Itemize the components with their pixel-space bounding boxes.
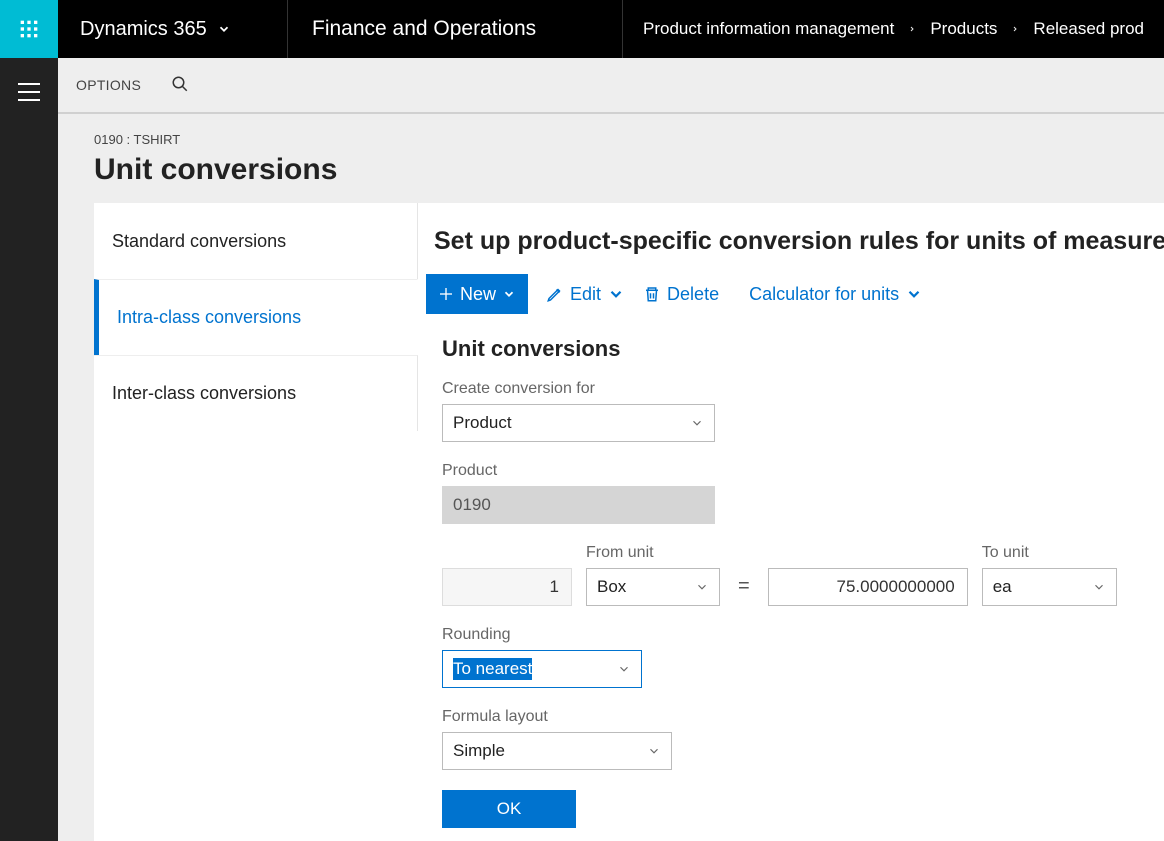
tab-label: Inter-class conversions <box>112 383 296 404</box>
context-id: 0190 : TSHIRT <box>94 132 1164 147</box>
product-label: Product <box>442 462 1148 480</box>
to-unit-label: To unit <box>982 544 1117 562</box>
brand-dropdown[interactable]: Dynamics 365 <box>58 0 288 58</box>
calculator-button[interactable]: Calculator for units <box>749 284 923 305</box>
rounding-value: To nearest <box>453 658 532 680</box>
page-title: Unit conversions <box>94 153 1164 187</box>
tab-inter-class-conversions[interactable]: Inter-class conversions <box>94 355 418 431</box>
hamburger-icon <box>18 83 40 101</box>
rounding-select[interactable]: To nearest <box>442 650 642 688</box>
from-quantity-input[interactable]: 1 <box>442 568 572 606</box>
hamburger-button[interactable] <box>18 80 40 841</box>
new-label: New <box>460 284 496 305</box>
field-rounding: Rounding To nearest <box>442 626 1148 688</box>
factor-input[interactable]: 75.0000000000 <box>768 568 968 606</box>
chevron-down-icon <box>617 662 631 676</box>
chevron-down-icon <box>217 22 231 36</box>
tab-intra-class-conversions[interactable]: Intra-class conversions <box>94 279 418 355</box>
chevron-down-icon <box>1092 580 1106 594</box>
product-input: 0190 <box>442 486 715 524</box>
from-qty-wrap: 1 <box>442 546 572 606</box>
blank-label-2 <box>768 546 968 568</box>
formula-select[interactable]: Simple <box>442 732 672 770</box>
chevron-down-icon <box>695 580 709 594</box>
dialog-title: Unit conversions <box>442 336 1148 362</box>
to-unit-select[interactable]: ea <box>982 568 1117 606</box>
chevron-right-icon <box>1011 22 1019 36</box>
from-qty-value: 1 <box>550 577 559 597</box>
factor-value: 75.0000000000 <box>837 577 955 597</box>
factor-wrap: 75.0000000000 <box>768 546 968 606</box>
pencil-icon <box>546 285 564 303</box>
action-bar: New Edit Delete Calculator for units <box>426 274 1164 314</box>
rounding-label: Rounding <box>442 626 1148 644</box>
app-label: Finance and Operations <box>312 17 536 41</box>
edit-button[interactable]: Edit <box>546 284 625 305</box>
from-unit-label: From unit <box>586 544 720 562</box>
left-rail <box>0 58 58 841</box>
left-tabs: Standard conversions Intra-class convers… <box>94 203 418 841</box>
waffle-icon <box>19 19 39 39</box>
panel-heading: Set up product-specific conversion rules… <box>426 227 1164 256</box>
chevron-down-icon <box>690 416 704 430</box>
chevron-down-icon <box>905 285 923 303</box>
ok-button[interactable]: OK <box>442 790 576 828</box>
to-unit-value: ea <box>993 577 1012 597</box>
breadcrumb-item[interactable]: Product information management <box>643 19 894 39</box>
trash-icon <box>643 285 661 303</box>
equals-sign: = <box>734 575 754 606</box>
formula-label: Formula layout <box>442 708 1148 726</box>
formula-value: Simple <box>453 741 505 761</box>
create-for-value: Product <box>453 413 512 433</box>
tab-label: Standard conversions <box>112 231 286 252</box>
field-create-for: Create conversion for Product <box>442 380 1148 442</box>
tab-standard-conversions[interactable]: Standard conversions <box>94 203 418 279</box>
field-product: Product 0190 <box>442 462 1148 524</box>
breadcrumb-item[interactable]: Released prod <box>1033 19 1144 39</box>
brand-label: Dynamics 365 <box>80 18 207 41</box>
calculator-label: Calculator for units <box>749 284 899 305</box>
chevron-right-icon <box>908 22 916 36</box>
ok-label: OK <box>497 799 522 819</box>
chevron-down-icon <box>607 285 625 303</box>
options-tab[interactable]: OPTIONS <box>76 77 141 93</box>
create-for-label: Create conversion for <box>442 380 1148 398</box>
from-unit-value: Box <box>597 577 626 597</box>
delete-button[interactable]: Delete <box>643 284 719 305</box>
waffle-button[interactable] <box>0 0 58 58</box>
field-formula: Formula layout Simple <box>442 708 1148 770</box>
tab-label: Intra-class conversions <box>117 307 301 328</box>
breadcrumb: Product information management Products … <box>623 0 1164 58</box>
product-value: 0190 <box>453 495 491 515</box>
search-icon <box>171 75 189 93</box>
search-button[interactable] <box>171 75 189 96</box>
shell: OPTIONS 0190 : TSHIRT Unit conversions S… <box>0 58 1164 841</box>
conversion-row: 1 From unit Box = <box>442 544 1148 606</box>
chevron-down-icon <box>647 744 661 758</box>
plus-icon <box>438 286 454 302</box>
blank-label <box>442 546 572 568</box>
to-unit-wrap: To unit ea <box>982 544 1117 606</box>
breadcrumb-item[interactable]: Products <box>930 19 997 39</box>
from-unit-wrap: From unit Box <box>586 544 720 606</box>
content-wrap: Standard conversions Intra-class convers… <box>58 203 1164 841</box>
create-for-select[interactable]: Product <box>442 404 715 442</box>
delete-label: Delete <box>667 284 719 305</box>
from-unit-select[interactable]: Box <box>586 568 720 606</box>
new-button[interactable]: New <box>426 274 528 314</box>
app-label-block: Finance and Operations <box>288 0 623 58</box>
top-bar: Dynamics 365 Finance and Operations Prod… <box>0 0 1164 58</box>
main-panel: Set up product-specific conversion rules… <box>418 203 1164 841</box>
edit-label: Edit <box>570 284 601 305</box>
options-bar: OPTIONS <box>58 58 1164 114</box>
chevron-down-icon <box>502 287 516 301</box>
conversion-dialog: Unit conversions Create conversion for P… <box>426 320 1164 828</box>
page-header: 0190 : TSHIRT Unit conversions <box>58 114 1164 187</box>
workspace: OPTIONS 0190 : TSHIRT Unit conversions S… <box>58 58 1164 841</box>
